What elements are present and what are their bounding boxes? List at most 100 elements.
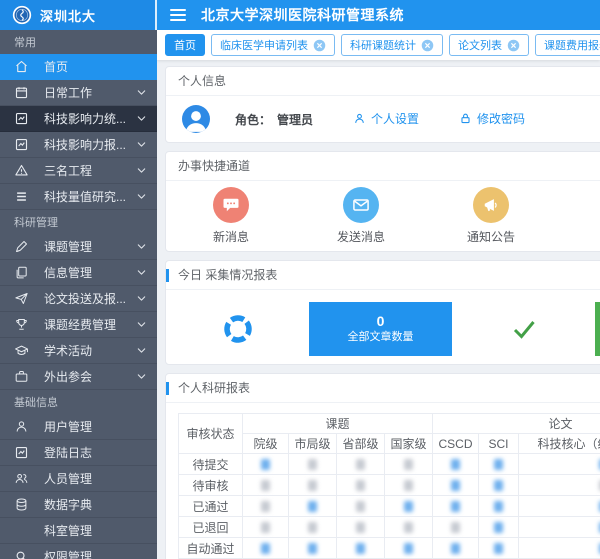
stat-cell[interactable]: 0 全部文章数量 [309, 302, 452, 356]
panel-today-report-header: 今日 采集情况报表 [166, 261, 600, 290]
sidebar-section-header: 科研管理 [0, 210, 157, 234]
blurred-value [356, 459, 365, 470]
table-column-header: SCI [479, 434, 519, 454]
sidebar-item-label: 科室管理 [44, 522, 147, 539]
trophy-icon [14, 317, 29, 332]
tab[interactable]: 课题费用报表 [535, 34, 600, 56]
row-label: 待审核 [179, 475, 243, 496]
sidebar-item-label: 日常工作 [44, 84, 136, 101]
lock-icon [459, 112, 472, 125]
panel-title: 办事快捷通道 [178, 159, 250, 173]
quick-action[interactable]: 发送消息 [296, 187, 426, 245]
panel-personal-info: 个人信息 角色：管理员 个人设置 修改密码 [165, 66, 600, 143]
tab[interactable]: 论文列表 [449, 34, 529, 56]
table-cell-redacted [289, 475, 337, 496]
sidebar-item-label: 首页 [44, 58, 147, 75]
sidebar-item[interactable]: 日常工作 [0, 80, 157, 106]
chevron-down-icon [136, 345, 147, 356]
sidebar-item-label: 三名工程 [44, 162, 136, 179]
table-cell-redacted [289, 496, 337, 517]
table-cell-redacted [519, 517, 600, 538]
tab[interactable]: 首页 [165, 34, 205, 56]
blurred-value [451, 501, 460, 512]
stat-cell[interactable] [452, 302, 595, 356]
research-report-table-wrap: 审核状态课题论文院级市局级省部级国家级CSCDSCI科技核心（统计源）期刊待提交… [166, 403, 600, 559]
sidebar-item[interactable]: 科室管理 [0, 518, 157, 544]
graduation-cap-icon [14, 343, 29, 358]
tab[interactable]: 临床医学申请列表 [211, 34, 335, 56]
table-cell-redacted [479, 538, 519, 559]
tab-close-icon[interactable] [507, 39, 520, 52]
sidebar-item[interactable]: 课题管理 [0, 234, 157, 260]
sidebar-section-header: 常用 [0, 30, 157, 54]
user-icon [14, 419, 29, 434]
blurred-value [451, 459, 460, 470]
profile-link[interactable]: 修改密码 [459, 110, 525, 127]
sidebar-item-label: 科技影响力报... [44, 136, 136, 153]
chevron-down-icon [136, 139, 147, 150]
quick-action[interactable]: 新消息 [166, 187, 296, 245]
blurred-value [451, 543, 460, 554]
table-cell-redacted [337, 517, 385, 538]
stat-cell[interactable] [595, 302, 600, 356]
sidebar-item-label: 论文投送及报... [44, 290, 136, 307]
table-row: 待提交 [179, 454, 600, 475]
sidebar-item[interactable]: 科技量值研究... [0, 184, 157, 210]
row-label: 自动通过 [179, 538, 243, 559]
table-cell-redacted [479, 517, 519, 538]
brand: 深圳北大 [0, 0, 157, 30]
stat-cell[interactable] [166, 302, 309, 356]
sidebar-item[interactable]: 信息管理 [0, 260, 157, 286]
sidebar-item[interactable]: 科技影响力报... [0, 132, 157, 158]
panel-personal-report-header: 个人科研报表 [166, 374, 600, 403]
sidebar-item[interactable]: 首页 [0, 54, 157, 80]
profile-link-label: 个人设置 [371, 110, 419, 127]
sidebar-item[interactable]: 外出参会 [0, 364, 157, 390]
line-chart-icon [14, 445, 29, 460]
blurred-value [261, 459, 270, 470]
tab[interactable]: 科研课题统计 [341, 34, 443, 56]
tab-close-icon[interactable] [421, 39, 434, 52]
sidebar-item[interactable]: 用户管理 [0, 414, 157, 440]
sidebar-item-label: 登陆日志 [44, 444, 147, 461]
sidebar-item[interactable]: 论文投送及报... [0, 286, 157, 312]
role-label: 角色： [235, 113, 271, 127]
blurred-value [404, 522, 413, 533]
topbar-main: 北京大学深圳医院科研管理系统 [157, 0, 600, 30]
chart-icon [14, 111, 29, 126]
table-row: 待审核 [179, 475, 600, 496]
sidebar-item[interactable]: 权限管理 [0, 544, 157, 559]
chevron-down-icon [136, 293, 147, 304]
table-column-header: 省部级 [337, 434, 385, 454]
quick-action[interactable]: 通知公告 [426, 187, 556, 245]
table-cell-redacted [337, 475, 385, 496]
sidebar-item[interactable]: 人员管理 [0, 466, 157, 492]
table-cell-redacted [479, 454, 519, 475]
table-cell-redacted [433, 496, 479, 517]
sidebar-item[interactable]: 课题经费管理 [0, 312, 157, 338]
table-cell-redacted [479, 475, 519, 496]
table-cell-redacted [337, 538, 385, 559]
blurred-value [356, 522, 365, 533]
sidebar-item-label: 外出参会 [44, 368, 136, 385]
sidebar-item-label: 课题经费管理 [44, 316, 136, 333]
table-row: 已通过 [179, 496, 600, 517]
sidebar-item[interactable]: 学术活动 [0, 338, 157, 364]
tab-label: 课题费用报表 [544, 37, 600, 53]
menu-toggle-button[interactable] [170, 9, 186, 21]
sidebar-item[interactable]: 三名工程 [0, 158, 157, 184]
sidebar-item[interactable]: 登陆日志 [0, 440, 157, 466]
sidebar-section-header: 基础信息 [0, 390, 157, 414]
blurred-value [494, 543, 503, 554]
sidebar-item-label: 科技影响力统... [44, 110, 136, 127]
panel-title: 个人科研报表 [178, 381, 250, 395]
tab-close-icon[interactable] [313, 39, 326, 52]
profile-link[interactable]: 个人设置 [353, 110, 419, 127]
table-cell-redacted [289, 517, 337, 538]
table-cell-redacted [479, 496, 519, 517]
blurred-value [494, 501, 503, 512]
tab-label: 科研课题统计 [350, 37, 416, 53]
user-role: 角色：管理员 [235, 111, 313, 128]
sidebar-item[interactable]: 科技影响力统... [0, 106, 157, 132]
sidebar-item[interactable]: 数据字典 [0, 492, 157, 518]
